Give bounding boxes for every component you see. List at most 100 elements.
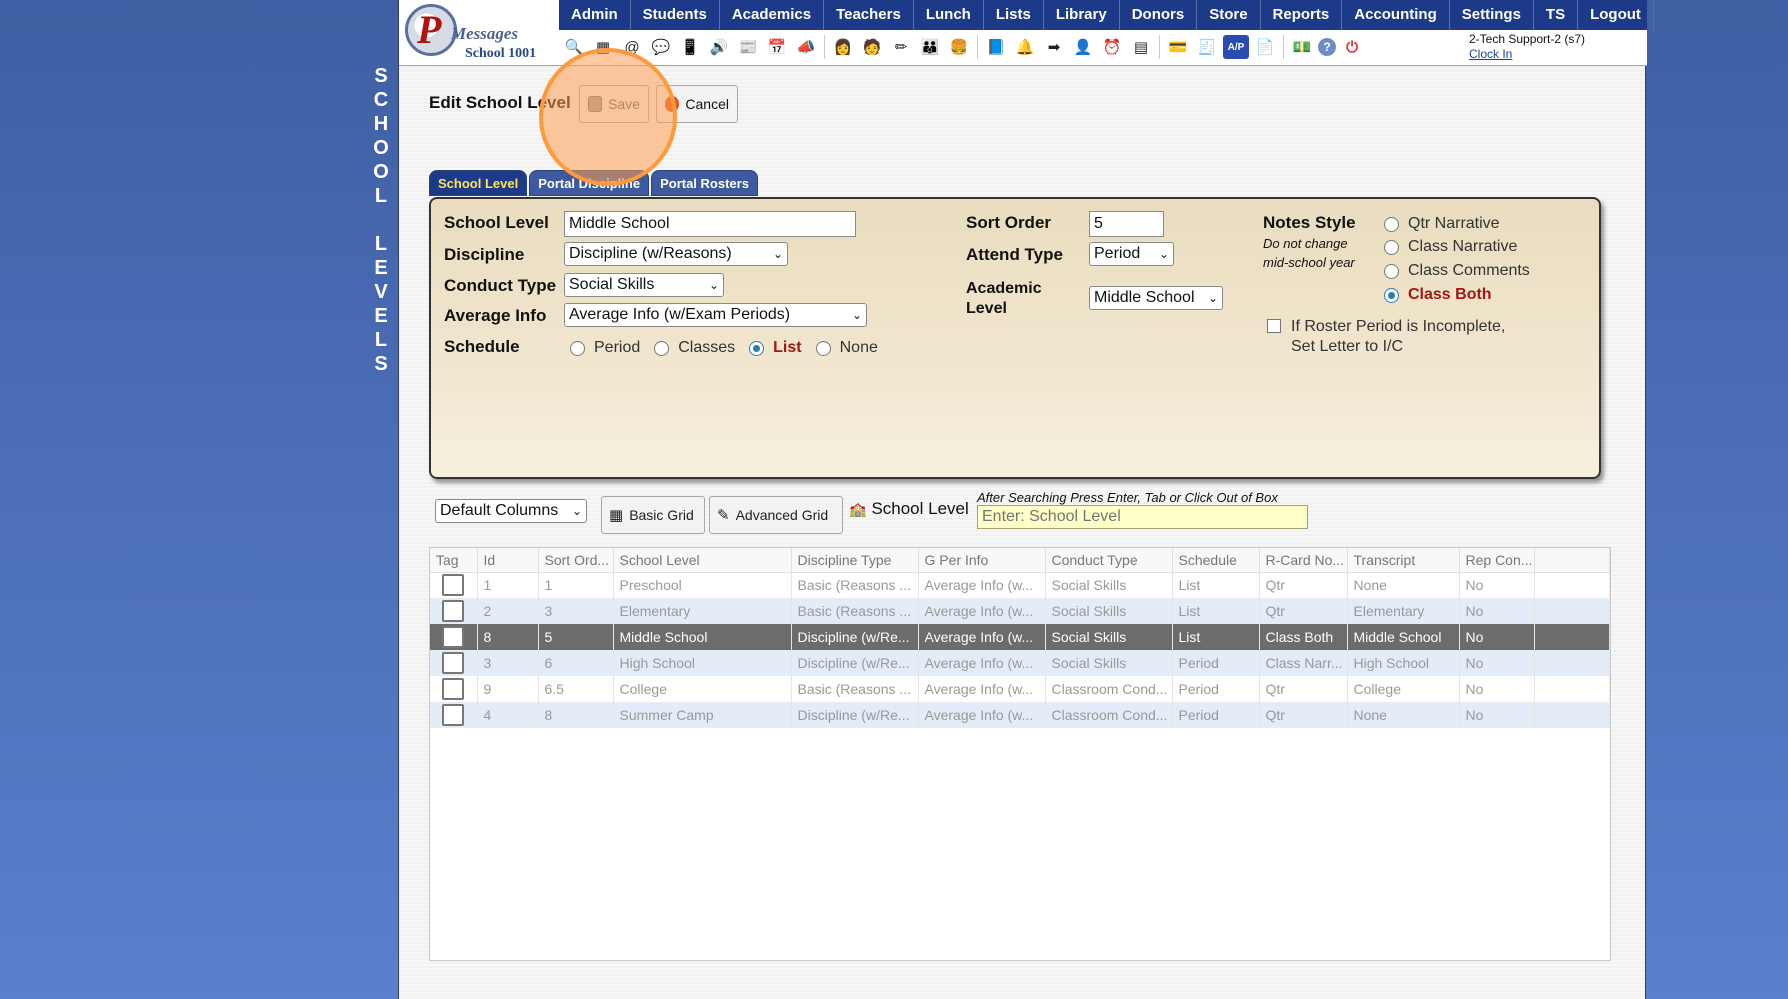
tag-checkbox[interactable]	[442, 574, 465, 597]
table-row[interactable]: 9 6.5 College Basic (Reasons ... Average Inf…	[430, 676, 1610, 702]
notes-option-class-narrative[interactable]: Class Narrative	[1384, 238, 1517, 256]
notes-radio-class-both[interactable]	[1384, 287, 1399, 303]
nav-item-admin[interactable]: Admin	[559, 0, 631, 30]
tab-school-level[interactable]: School Level	[429, 170, 528, 196]
search-input[interactable]	[977, 505, 1308, 529]
table-row[interactable]: 1 1 Preschool Basic (Reasons ... Average Inf…	[430, 572, 1610, 598]
notes-radio-class-narrative[interactable]	[1384, 239, 1399, 255]
column-header[interactable]: Rep Con...	[1459, 548, 1535, 573]
schedule-radio-classes[interactable]	[654, 340, 670, 356]
conduct-type-select[interactable]: Social Skills ⌄	[564, 273, 724, 297]
schedule-radio-list[interactable]	[749, 340, 765, 356]
tag-checkbox[interactable]	[442, 678, 465, 700]
logo[interactable]: P Messages School 1001	[403, 2, 553, 62]
schedule-radio-period[interactable]	[570, 340, 585, 356]
column-header[interactable]: Sort Ord...	[538, 548, 614, 573]
roster-incomplete-option[interactable]: If Roster Period is Incomplete, Set Lett…	[1267, 317, 1505, 357]
sort-order-input[interactable]	[1089, 211, 1164, 237]
column-header[interactable]: Schedule	[1172, 548, 1260, 573]
nav-item-accounting[interactable]: Accounting	[1342, 0, 1450, 30]
nav-item-ts[interactable]: TS	[1534, 0, 1579, 30]
calendar-icon[interactable]: 📅	[764, 35, 790, 59]
teacher-icon[interactable]: 👩	[830, 35, 856, 59]
basic-grid-button[interactable]: ▦ Basic Grid	[601, 496, 705, 534]
chat-icon[interactable]: 💬	[648, 35, 674, 59]
columns-select[interactable]: Default Columns ⌄	[435, 499, 587, 523]
nav-item-store[interactable]: Store	[1197, 0, 1261, 30]
power-icon[interactable]: ⏻	[1339, 35, 1365, 59]
staff-icon[interactable]: 👤	[1070, 35, 1096, 59]
save-button[interactable]: Save	[579, 85, 649, 123]
lunch-icon[interactable]: 🍔	[946, 35, 972, 59]
advanced-grid-button[interactable]: ✎ Advanced Grid	[709, 496, 843, 534]
phone-icon[interactable]: 📱	[677, 35, 703, 59]
help-icon[interactable]: ?	[1318, 38, 1336, 56]
grid-icon[interactable]: ▦	[590, 35, 616, 59]
tag-checkbox[interactable]	[442, 652, 465, 674]
notes-option-class-both[interactable]: Class Both	[1384, 286, 1492, 304]
student-icon[interactable]: 🧑	[859, 35, 885, 59]
table-cell: 8	[538, 702, 614, 728]
news-icon[interactable]: 📰	[735, 35, 761, 59]
table-row[interactable]: 4 8 Summer Camp Discipline (w/Re... Average …	[430, 702, 1610, 728]
column-header[interactable]: Tag	[430, 548, 478, 573]
megaphone-icon[interactable]: 📣	[793, 35, 819, 59]
tag-checkbox[interactable]	[442, 626, 465, 648]
card-icon[interactable]: 💳	[1165, 35, 1191, 59]
table-row[interactable]: 3 6 High School Discipline (w/Re... Average …	[430, 650, 1610, 676]
spreadsheet-icon[interactable]: ▤	[1128, 35, 1154, 59]
bell-icon[interactable]: 🔔	[1012, 35, 1038, 59]
discipline-select[interactable]: Discipline (w/Reasons) ⌄	[564, 242, 788, 266]
pencil-icon[interactable]: ✏	[888, 35, 914, 59]
email-icon[interactable]: @	[619, 35, 645, 59]
column-header[interactable]: Id	[477, 548, 539, 573]
notes-option-qtr-narrative[interactable]: Qtr Narrative	[1384, 215, 1500, 233]
table-row[interactable]: 8 5 Middle School Discipline (w/Re... Averag…	[430, 624, 1610, 650]
notes-radio-class-comments[interactable]	[1384, 263, 1399, 279]
tag-checkbox[interactable]	[442, 704, 465, 726]
tag-checkbox[interactable]	[442, 600, 465, 622]
table-row[interactable]: 2 3 Elementary Basic (Reasons ... Average In…	[430, 598, 1610, 624]
search-icon[interactable]: 🔍	[561, 35, 587, 59]
column-header[interactable]: Discipline Type	[791, 548, 919, 573]
ap-icon[interactable]: A/P	[1223, 35, 1249, 59]
nav-item-reports[interactable]: Reports	[1261, 0, 1343, 30]
nav-item-students[interactable]: Students	[631, 0, 720, 30]
academic-level-select[interactable]: Middle School ⌄	[1089, 286, 1223, 310]
book-icon[interactable]: 📘	[983, 35, 1009, 59]
nav-item-library[interactable]: Library	[1044, 0, 1120, 30]
school-level-input[interactable]	[564, 211, 856, 237]
family-icon[interactable]: 👪	[917, 35, 943, 59]
clock-in-link[interactable]: Clock In	[1469, 47, 1585, 62]
column-header[interactable]: R-Card No...	[1259, 548, 1348, 573]
clock-icon[interactable]: ⏰	[1099, 35, 1125, 59]
pdf-icon[interactable]: 📄	[1252, 35, 1278, 59]
column-header[interactable]: Transcript	[1347, 548, 1460, 573]
register-icon[interactable]: 🧾	[1194, 35, 1220, 59]
nav-item-settings[interactable]: Settings	[1450, 0, 1534, 30]
nav-item-teachers[interactable]: Teachers	[824, 0, 914, 30]
attend-type-select[interactable]: Period ⌄	[1089, 242, 1174, 266]
average-info-select[interactable]: Average Info (w/Exam Periods) ⌄	[564, 303, 867, 327]
cancel-button[interactable]: Cancel	[656, 85, 738, 123]
roster-incomplete-checkbox[interactable]	[1267, 319, 1281, 333]
tab-portal-discipline[interactable]: Portal Discipline	[529, 170, 650, 196]
tab-portal-rosters[interactable]: Portal Rosters	[651, 170, 758, 196]
nav-item-logout[interactable]: Logout	[1578, 0, 1654, 30]
schedule-radio-none[interactable]	[815, 340, 831, 356]
notes-hint-line2: mid-school year	[1263, 255, 1355, 270]
transfer-icon[interactable]: ➡	[1041, 35, 1067, 59]
column-header[interactable]: G Per Info	[918, 548, 1046, 573]
speaker-icon[interactable]: 🔊	[706, 35, 732, 59]
nav-item-lunch[interactable]: Lunch	[914, 0, 984, 30]
table-cell: Qtr	[1259, 702, 1348, 728]
chevron-down-icon: ⌄	[1158, 247, 1169, 261]
notes-radio-qtr-narrative[interactable]	[1384, 216, 1399, 232]
nav-item-lists[interactable]: Lists	[984, 0, 1044, 30]
column-header[interactable]: Conduct Type	[1045, 548, 1173, 573]
column-header[interactable]: School Level	[613, 548, 792, 573]
notes-option-class-comments[interactable]: Class Comments	[1384, 262, 1530, 280]
nav-item-donors[interactable]: Donors	[1120, 0, 1198, 30]
nav-item-academics[interactable]: Academics	[720, 0, 825, 30]
money-icon[interactable]: 💵	[1289, 35, 1315, 59]
